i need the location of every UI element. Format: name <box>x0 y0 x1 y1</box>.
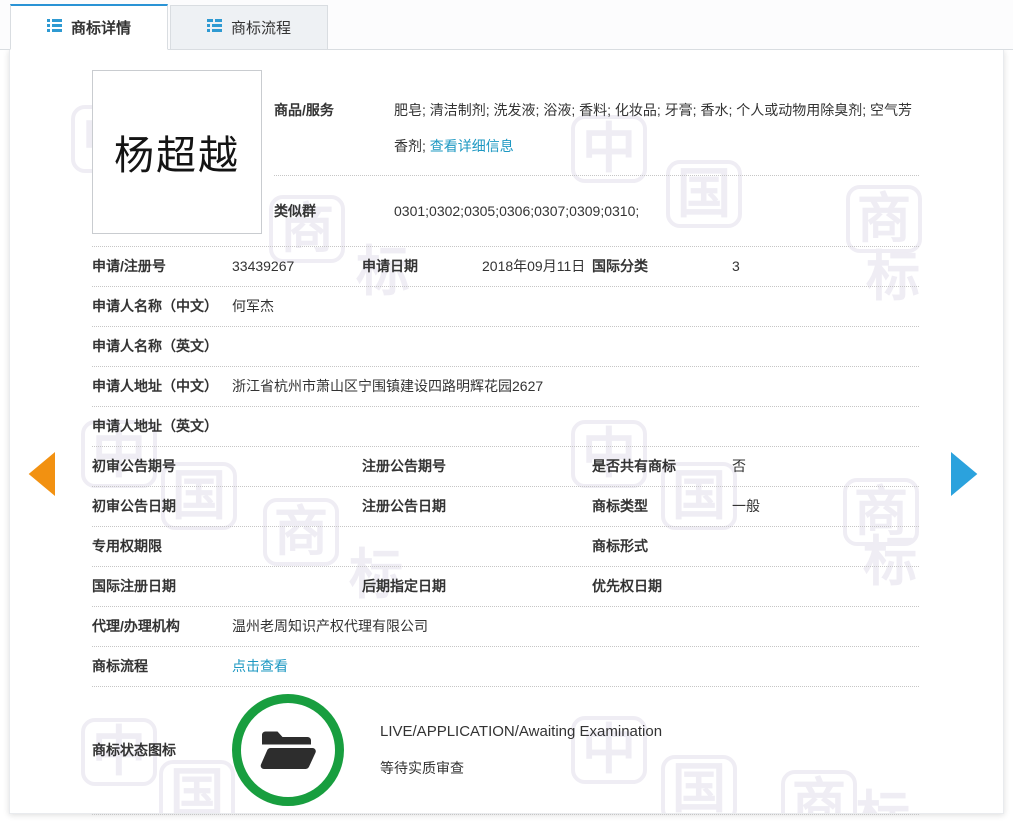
reg-pub-no-label: 注册公告期号 <box>362 456 482 476</box>
intl-reg-date-label: 国际注册日期 <box>92 576 232 596</box>
intl-class-value: 3 <box>732 258 919 274</box>
prelim-date-label: 初审公告日期 <box>92 496 232 516</box>
status-texts: LIVE/APPLICATION/Awaiting Examination 等待… <box>380 723 662 778</box>
reg-pub-date-label: 注册公告日期 <box>362 496 482 516</box>
address-en-label: 申请人地址（英文） <box>92 416 232 436</box>
flow-icon <box>207 19 222 36</box>
tab-details-label: 商标详情 <box>71 17 131 38</box>
status-ring <box>232 694 344 806</box>
similar-group-value: 0301;0302;0305;0306;0307;0309;0310; <box>394 203 919 219</box>
address-cn-value: 浙江省杭州市萧山区宁围镇建设四路明辉花园2627 <box>232 376 919 396</box>
priority-date-label: 优先权日期 <box>592 576 732 596</box>
list-icon <box>47 19 62 36</box>
agency-value: 温州老周知识产权代理有限公司 <box>232 616 919 636</box>
tab-trademark-process[interactable]: 商标流程 <box>170 5 328 50</box>
field-row-address-cn: 申请人地址（中文） 浙江省杭州市萧山区宁围镇建设四路明辉花园2627 <box>92 367 919 407</box>
field-row-announcement-no: 初审公告期号 注册公告期号 是否共有商标 否 <box>92 447 919 487</box>
shared-trademark-label: 是否共有商标 <box>592 456 732 476</box>
exclusive-period-label: 专用权期限 <box>92 536 232 556</box>
tab-trademark-details[interactable]: 商标详情 <box>10 4 168 50</box>
app-date-label: 申请日期 <box>362 256 482 276</box>
intl-class-label: 国际分类 <box>592 256 732 276</box>
detail-content: 杨超越 商品/服务 肥皂; 清洁制剂; 洗发液; 浴液; 香料; 化妆品; 牙膏… <box>92 70 919 815</box>
address-cn-label: 申请人地址（中文） <box>92 376 232 396</box>
tm-form-label: 商标形式 <box>592 536 732 556</box>
field-row-applicant-en: 申请人名称（英文） <box>92 327 919 367</box>
top-section: 杨超越 商品/服务 肥皂; 清洁制剂; 洗发液; 浴液; 香料; 化妆品; 牙膏… <box>92 70 919 247</box>
view-details-link[interactable]: 查看详细信息 <box>430 138 514 154</box>
applicant-en-label: 申请人名称（英文） <box>92 336 232 356</box>
tm-type-label: 商标类型 <box>592 496 732 516</box>
status-row: 商标状态图标 LIVE/APPLICATION/Awaiting Examina… <box>92 687 919 815</box>
trademark-image: 杨超越 <box>92 70 262 234</box>
field-row-address-en: 申请人地址（英文） <box>92 407 919 447</box>
later-desig-date-label: 后期指定日期 <box>362 576 482 596</box>
applicant-cn-label: 申请人名称（中文） <box>92 296 232 316</box>
shared-trademark-value: 否 <box>732 456 919 476</box>
status-icon-label: 商标状态图标 <box>92 740 232 760</box>
tab-bar: 商标详情 商标流程 <box>0 0 1013 50</box>
open-folder-icon <box>259 727 317 773</box>
similar-group-label: 类似群 <box>274 201 394 221</box>
field-row-process: 商标流程 点击查看 <box>92 647 919 687</box>
field-row-announcement-date: 初审公告日期 注册公告日期 商标类型 一般 <box>92 487 919 527</box>
field-row-applicant-cn: 申请人名称（中文） 何军杰 <box>92 287 919 327</box>
trademark-detail-panel: 中国商标中国商标中国商标中国商标中国中国商标 杨超越 商品/服务 肥皂; 清洁制… <box>9 50 1004 814</box>
status-line-english: LIVE/APPLICATION/Awaiting Examination <box>380 723 662 740</box>
prelim-no-label: 初审公告期号 <box>92 456 232 476</box>
applicant-cn-value: 何军杰 <box>232 296 919 316</box>
app-number-value: 33439267 <box>232 258 362 274</box>
click-to-view-link[interactable]: 点击查看 <box>232 658 288 674</box>
field-row-agency: 代理/办理机构 温州老周知识产权代理有限公司 <box>92 607 919 647</box>
goods-services-label: 商品/服务 <box>274 92 394 165</box>
process-label: 商标流程 <box>92 656 232 676</box>
field-row-intl-dates: 国际注册日期 后期指定日期 优先权日期 <box>92 567 919 607</box>
similar-group-row: 类似群 0301;0302;0305;0306;0307;0309;0310; <box>274 176 919 246</box>
status-line-chinese: 等待实质审查 <box>380 758 662 778</box>
app-date-value: 2018年09月11日 <box>482 256 592 276</box>
top-right: 商品/服务 肥皂; 清洁制剂; 洗发液; 浴液; 香料; 化妆品; 牙膏; 香水… <box>274 70 919 246</box>
field-row-application: 申请/注册号 33439267 申请日期 2018年09月11日 国际分类 3 <box>92 247 919 287</box>
field-row-exclusive: 专用权期限 商标形式 <box>92 527 919 567</box>
tab-process-label: 商标流程 <box>231 17 291 38</box>
tm-type-value: 一般 <box>732 496 919 516</box>
trademark-text: 杨超越 <box>114 123 240 181</box>
goods-services-row: 商品/服务 肥皂; 清洁制剂; 洗发液; 浴液; 香料; 化妆品; 牙膏; 香水… <box>274 70 919 176</box>
goods-services-value: 肥皂; 清洁制剂; 洗发液; 浴液; 香料; 化妆品; 牙膏; 香水; 个人或动… <box>394 92 919 165</box>
app-number-label: 申请/注册号 <box>92 256 232 276</box>
agency-label: 代理/办理机构 <box>92 616 232 636</box>
